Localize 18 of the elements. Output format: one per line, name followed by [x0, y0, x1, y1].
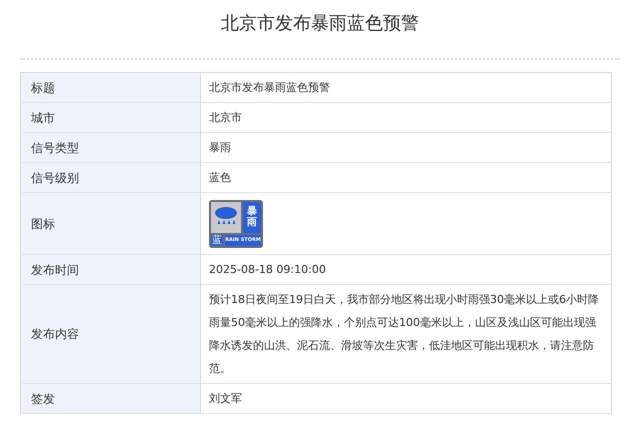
field-value: 预计18日夜间至19日白天，我市部分地区将出现小时雨强30毫米以上或6小时降雨量50毫米以上的强降水，个别点可达100毫米以上，山区及浅山区可能出现强降水诱发的山洪、泥石流、滑坡等次生灾害，低洼地区可能出现积水，请注意防范。: [200, 284, 612, 384]
field-label: 发布时间: [20, 254, 200, 284]
field-value: 暴雨: [200, 132, 612, 162]
signal-level-label: 蓝: [211, 234, 223, 246]
field-label: 信号级别: [20, 162, 200, 192]
field-label: 标题: [20, 72, 200, 102]
field-value: 刘文军: [200, 384, 612, 414]
field-value: 蓝色: [200, 162, 612, 192]
field-label: 城市: [20, 102, 200, 132]
signal-type-label: 暴雨: [247, 206, 257, 228]
page-title: 北京市发布暴雨蓝色预警: [220, 12, 420, 36]
field-label: 信号类型: [20, 132, 200, 162]
field-value: 北京市发布暴雨蓝色预警: [200, 72, 612, 102]
field-value: 北京市: [200, 102, 612, 132]
field-label: 图标: [20, 192, 200, 254]
field-label: 签发: [20, 384, 200, 414]
field-value: 2025-08-18 09:10:00: [200, 254, 612, 284]
field-label: 发布内容: [20, 284, 200, 384]
